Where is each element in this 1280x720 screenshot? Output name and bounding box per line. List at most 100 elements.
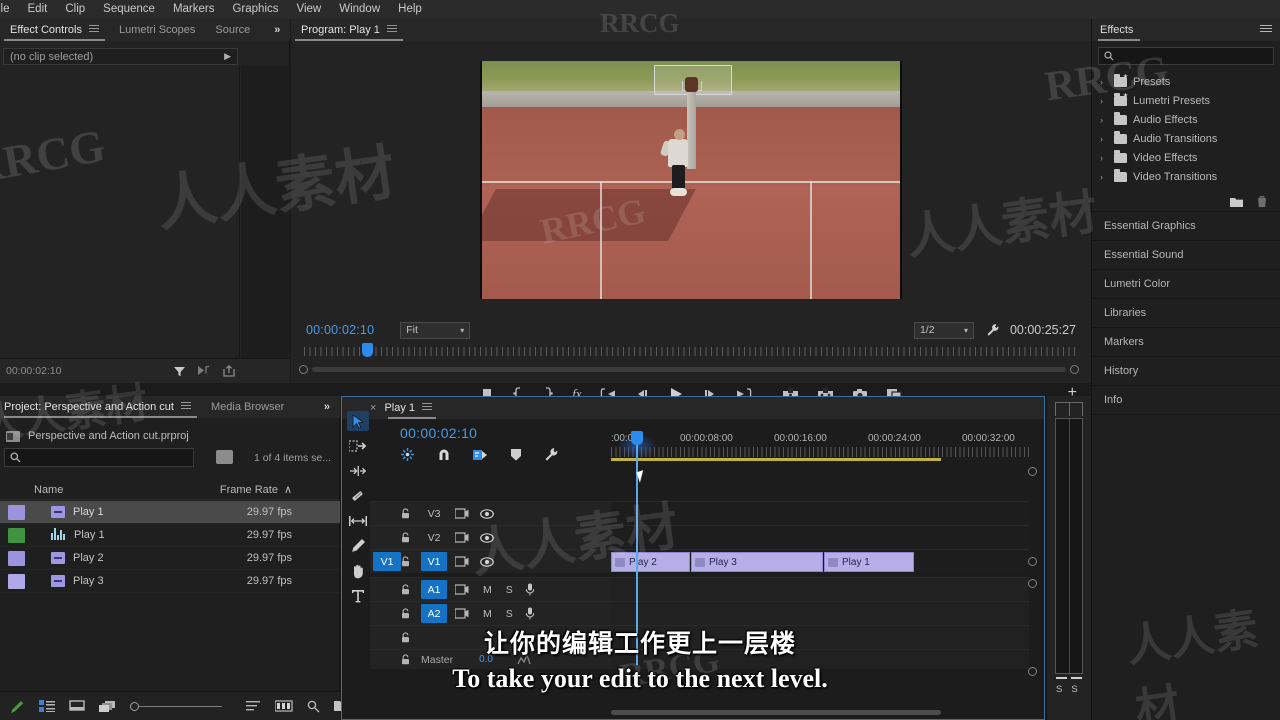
track-zoom-handle[interactable] bbox=[1028, 557, 1037, 566]
track-name-a2[interactable]: A2 bbox=[421, 604, 447, 623]
selection-tool[interactable] bbox=[347, 411, 369, 431]
track-visibility-eye-icon[interactable] bbox=[480, 556, 494, 567]
nest-sync-lock-icon[interactable] bbox=[400, 447, 415, 462]
effects-item-audio-effects[interactable]: › Audio Effects bbox=[1092, 110, 1280, 129]
voice-over-mic-icon[interactable] bbox=[525, 583, 535, 596]
scroll-handle-right[interactable] bbox=[1070, 365, 1079, 374]
razor-tool[interactable] bbox=[347, 486, 369, 506]
export-frame-icon[interactable] bbox=[222, 365, 236, 377]
new-custom-bin-icon[interactable] bbox=[1229, 196, 1244, 208]
slip-tool[interactable] bbox=[347, 511, 369, 531]
track-a1[interactable] bbox=[611, 577, 1029, 601]
sync-lock-icon[interactable] bbox=[455, 532, 469, 543]
sync-lock-icon[interactable] bbox=[455, 508, 469, 519]
effects-panel-header[interactable]: Effects bbox=[1092, 19, 1280, 41]
menu-item-help[interactable]: Help bbox=[389, 0, 431, 19]
track-v3[interactable] bbox=[611, 501, 1029, 525]
program-scrubber[interactable] bbox=[304, 343, 1076, 357]
accordion-libraries[interactable]: Libraries bbox=[1092, 299, 1280, 328]
tab-lumetri-scopes[interactable]: Lumetri Scopes bbox=[109, 19, 205, 41]
solo-track-button[interactable]: S bbox=[506, 584, 513, 596]
accordion-essential-sound[interactable]: Essential Sound bbox=[1092, 241, 1280, 270]
linked-selection-icon[interactable] bbox=[473, 448, 488, 462]
tab-effect-controls[interactable]: Effect Controls bbox=[0, 19, 109, 41]
snap-magnet-icon[interactable] bbox=[437, 448, 451, 462]
effects-item-presets[interactable]: › Presets bbox=[1092, 72, 1280, 91]
menu-item-markers[interactable]: Markers bbox=[164, 0, 224, 19]
track-v2[interactable] bbox=[611, 525, 1029, 549]
new-item-pen-icon[interactable] bbox=[10, 699, 25, 714]
work-area-bar[interactable] bbox=[611, 458, 941, 461]
freeform-view-icon[interactable] bbox=[99, 700, 116, 713]
accordion-lumetri-color[interactable]: Lumetri Color bbox=[1092, 270, 1280, 299]
timeline-horizontal-scrollbar[interactable] bbox=[611, 708, 1029, 717]
sync-lock-icon[interactable] bbox=[455, 584, 469, 595]
track-name-v3[interactable]: V3 bbox=[421, 504, 447, 523]
table-row[interactable]: Play 3 29.97 fps bbox=[0, 570, 340, 593]
thumbnail-size-slider[interactable] bbox=[130, 701, 222, 711]
scroll-handle-left[interactable] bbox=[299, 365, 308, 374]
track-zoom-handle[interactable] bbox=[1028, 467, 1037, 476]
accordion-essential-graphics[interactable]: Essential Graphics bbox=[1092, 212, 1280, 241]
playback-resolution-select[interactable]: 1/2 ▾ bbox=[913, 321, 974, 339]
menu-item-edit[interactable]: Edit bbox=[19, 0, 57, 19]
track-header-v1[interactable]: V1 V1 bbox=[370, 549, 611, 573]
voice-over-mic-icon[interactable] bbox=[525, 607, 535, 620]
type-tool[interactable] bbox=[347, 586, 369, 606]
effects-item-audio-transitions[interactable]: › Audio Transitions bbox=[1092, 129, 1280, 148]
track-header-a1[interactable]: A1 M S bbox=[370, 577, 611, 601]
settings-wrench-icon[interactable] bbox=[986, 323, 1000, 337]
lock-icon[interactable] bbox=[401, 532, 421, 543]
panel-menu-icon[interactable] bbox=[422, 401, 433, 415]
track-header-a2[interactable]: A2 M S bbox=[370, 601, 611, 625]
zoom-level-select[interactable]: Fit ▾ bbox=[400, 321, 471, 339]
sync-lock-icon[interactable] bbox=[455, 608, 469, 619]
track-v1[interactable]: Play 2 Play 3 Play 1 bbox=[611, 549, 1029, 573]
tab-media-browser[interactable]: Media Browser bbox=[201, 396, 294, 418]
chevron-right-icon[interactable]: › bbox=[1100, 96, 1108, 106]
lock-icon[interactable] bbox=[401, 556, 421, 567]
panel-menu-icon[interactable] bbox=[88, 23, 99, 37]
panel-menu-icon[interactable] bbox=[1260, 23, 1272, 37]
chevron-right-icon[interactable]: › bbox=[1100, 153, 1108, 163]
playhead-handle[interactable] bbox=[631, 431, 643, 445]
track-a2[interactable] bbox=[611, 601, 1029, 625]
track-select-forward-tool[interactable] bbox=[347, 436, 369, 456]
play-note-icon[interactable] bbox=[197, 365, 211, 377]
add-marker-icon[interactable] bbox=[510, 448, 522, 462]
video-preview-image[interactable] bbox=[480, 60, 902, 299]
program-playhead[interactable] bbox=[362, 343, 373, 357]
track-name-v1[interactable]: V1 bbox=[421, 552, 447, 571]
timeline-current-timecode[interactable]: 00:00:02:10 bbox=[400, 425, 477, 441]
column-header-name[interactable]: Name bbox=[34, 484, 63, 496]
track-zoom-handle[interactable] bbox=[1028, 579, 1037, 588]
menu-item-clip[interactable]: Clip bbox=[56, 0, 94, 19]
timeline-settings-wrench-icon[interactable] bbox=[544, 447, 559, 462]
program-zoom-scrollbar[interactable] bbox=[299, 363, 1079, 377]
no-clip-selected-field[interactable]: (no clip selected) ▶ bbox=[3, 48, 238, 65]
tab-overflow-button[interactable]: » bbox=[314, 396, 340, 418]
track-name-a1[interactable]: A1 bbox=[421, 580, 447, 599]
icon-view-icon[interactable] bbox=[69, 699, 85, 713]
automate-to-sequence-icon[interactable] bbox=[275, 700, 293, 712]
chevron-right-icon[interactable]: › bbox=[1100, 77, 1108, 87]
menu-item-view[interactable]: View bbox=[288, 0, 331, 19]
table-row[interactable]: Play 1 29.97 fps bbox=[0, 524, 340, 547]
accordion-info[interactable]: Info bbox=[1092, 386, 1280, 415]
effects-item-lumetri-presets[interactable]: › Lumetri Presets bbox=[1092, 91, 1280, 110]
timeline-clip[interactable]: Play 3 bbox=[691, 552, 823, 572]
chevron-right-icon[interactable]: › bbox=[1100, 134, 1108, 144]
lock-icon[interactable] bbox=[401, 508, 421, 519]
track-visibility-eye-icon[interactable] bbox=[480, 532, 494, 543]
play-arrow-icon[interactable]: ▶ bbox=[224, 51, 231, 62]
menu-item-sequence[interactable]: Sequence bbox=[94, 0, 164, 19]
tab-project[interactable]: Project: Perspective and Action cut bbox=[0, 396, 201, 418]
mute-track-button[interactable]: M bbox=[483, 608, 492, 620]
table-row[interactable]: Play 2 29.97 fps bbox=[0, 547, 340, 570]
sync-lock-icon[interactable] bbox=[455, 556, 469, 567]
pen-tool[interactable] bbox=[347, 536, 369, 556]
source-patch-v1[interactable]: V1 bbox=[373, 552, 401, 571]
mute-track-button[interactable]: M bbox=[483, 584, 492, 596]
chevron-right-icon[interactable]: › bbox=[1100, 172, 1108, 182]
table-row[interactable]: Play 1 29.97 fps bbox=[0, 501, 340, 524]
